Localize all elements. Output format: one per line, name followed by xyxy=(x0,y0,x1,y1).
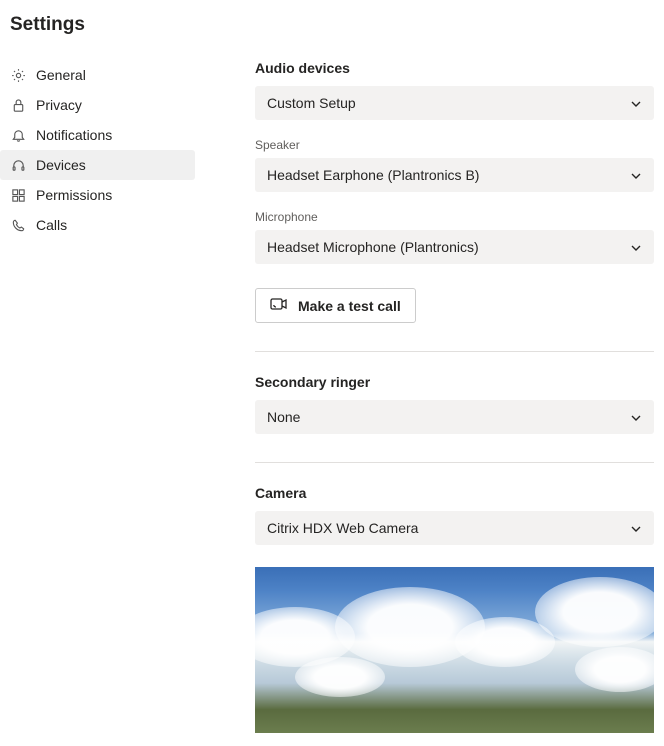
select-value: None xyxy=(267,409,300,425)
test-call-icon xyxy=(270,297,288,314)
make-test-call-button[interactable]: Make a test call xyxy=(255,288,416,323)
phone-icon xyxy=(10,217,26,233)
select-value: Custom Setup xyxy=(267,95,356,111)
sidebar-item-label: Calls xyxy=(36,217,67,233)
camera-preview xyxy=(255,567,654,733)
chevron-down-icon xyxy=(630,241,642,253)
chevron-down-icon xyxy=(630,97,642,109)
audio-setup-select[interactable]: Custom Setup xyxy=(255,86,654,120)
speaker-select[interactable]: Headset Earphone (Plantronics B) xyxy=(255,158,654,192)
sidebar-item-label: Privacy xyxy=(36,97,82,113)
sidebar-item-label: Permissions xyxy=(36,187,112,203)
button-label: Make a test call xyxy=(298,298,401,314)
apps-icon xyxy=(10,187,26,203)
sidebar-item-calls[interactable]: Calls xyxy=(0,210,195,240)
speaker-label: Speaker xyxy=(255,138,654,152)
camera-select[interactable]: Citrix HDX Web Camera xyxy=(255,511,654,545)
sidebar-item-devices[interactable]: Devices xyxy=(0,150,195,180)
chevron-down-icon xyxy=(630,411,642,423)
sidebar-item-notifications[interactable]: Notifications xyxy=(0,120,195,150)
gear-icon xyxy=(10,67,26,83)
audio-devices-label: Audio devices xyxy=(255,60,654,76)
sidebar-item-privacy[interactable]: Privacy xyxy=(0,90,195,120)
sidebar-item-permissions[interactable]: Permissions xyxy=(0,180,195,210)
sidebar-item-label: General xyxy=(36,67,86,83)
select-value: Headset Microphone (Plantronics) xyxy=(267,239,479,255)
select-value: Headset Earphone (Plantronics B) xyxy=(267,167,479,183)
microphone-label: Microphone xyxy=(255,210,654,224)
camera-label: Camera xyxy=(255,485,654,501)
secondary-ringer-label: Secondary ringer xyxy=(255,374,654,390)
section-divider xyxy=(255,351,654,352)
chevron-down-icon xyxy=(630,522,642,534)
microphone-select[interactable]: Headset Microphone (Plantronics) xyxy=(255,230,654,264)
sidebar-item-general[interactable]: General xyxy=(0,60,195,90)
secondary-ringer-select[interactable]: None xyxy=(255,400,654,434)
lock-icon xyxy=(10,97,26,113)
section-divider xyxy=(255,462,654,463)
select-value: Citrix HDX Web Camera xyxy=(267,520,418,536)
page-title: Settings xyxy=(10,14,654,36)
bell-icon xyxy=(10,127,26,143)
settings-header: Settings xyxy=(0,0,664,54)
chevron-down-icon xyxy=(630,169,642,181)
sidebar-item-label: Devices xyxy=(36,157,86,173)
settings-sidebar: General Privacy Notifications Devices xyxy=(0,54,195,746)
sidebar-item-label: Notifications xyxy=(36,127,112,143)
headphones-icon xyxy=(10,157,26,173)
settings-main-panel: Audio devices Custom Setup Speaker Heads… xyxy=(195,54,664,746)
